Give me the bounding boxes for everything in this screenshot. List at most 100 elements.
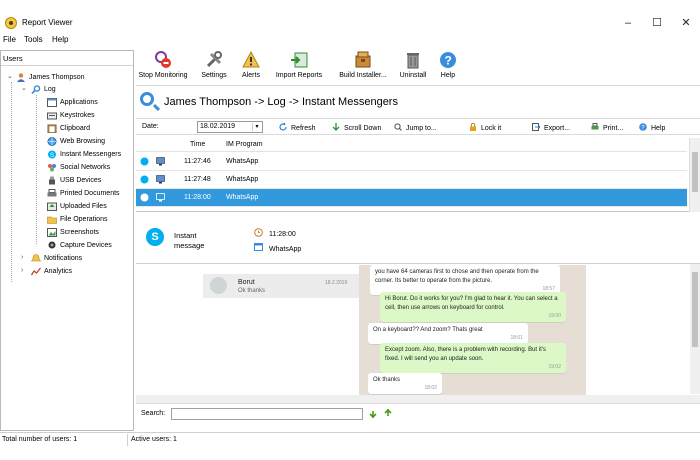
expand-caret-icon[interactable]: › (21, 254, 23, 261)
alerts-button[interactable]: Alerts (239, 50, 263, 79)
column-im-program[interactable]: IM Program (226, 141, 263, 148)
help-icon: ? (639, 123, 647, 131)
tree-item-web-browsing[interactable]: Web Browsing (47, 135, 105, 147)
help-toolbar-button[interactable]: ? Help (437, 51, 459, 79)
tool-label: Settings (201, 72, 227, 79)
tree-notifications[interactable]: Notifications (30, 252, 82, 264)
table-row-selected[interactable]: 11:28:00 WhatsApp (136, 189, 687, 207)
expand-caret-icon[interactable]: › (21, 267, 23, 274)
table-header: Time IM Program (136, 138, 687, 152)
monitor-icon (156, 175, 165, 184)
search-input[interactable] (171, 408, 363, 420)
refresh-button[interactable]: Refresh (279, 123, 316, 132)
row-time: 11:27:48 (184, 176, 211, 183)
collapse-caret-icon[interactable]: ⌄ (21, 84, 27, 92)
trash-icon (404, 51, 422, 69)
svg-text:?: ? (445, 54, 452, 68)
tool-label: Uninstall (399, 72, 427, 79)
settings-tools-icon (205, 51, 223, 69)
monitor-icon (156, 193, 165, 202)
magnifier-icon (31, 84, 41, 94)
chat-bubble-incoming: On a keyboard?? And zoom? Thats great 18… (368, 323, 528, 344)
scroll-down-button[interactable]: Scroll Down (332, 123, 381, 132)
monitor-icon (156, 157, 165, 166)
refresh-icon (279, 123, 287, 131)
tree-item-label: Keystrokes (60, 111, 95, 119)
lock-it-button[interactable]: Lock it (469, 123, 501, 132)
table-row[interactable]: 11:27:48 WhatsApp (136, 171, 687, 189)
chat-bubble-outgoing: Hi Borut. Do it works for you? I'm glad … (380, 292, 566, 322)
table-row[interactable]: 11:27:46 WhatsApp (136, 153, 687, 171)
tree-item-instant-messengers[interactable]: S Instant Messengers (47, 148, 121, 160)
contact-date: 18.2.2019 (325, 280, 348, 286)
menu-help[interactable]: Help (52, 35, 68, 44)
tree-item-printed-documents[interactable]: Printed Documents (47, 187, 120, 199)
tree-item-capture-devices[interactable]: Capture Devices (47, 239, 112, 251)
tree-user-james[interactable]: James Thompson (16, 71, 85, 83)
tree-item-usb-devices[interactable]: USB Devices (47, 174, 101, 186)
table-scrollbar[interactable] (689, 138, 700, 212)
calendar-dropdown-icon[interactable]: ▾ (252, 123, 261, 131)
tree-item-label: Instant Messengers (60, 150, 122, 158)
tree-item-label: Clipboard (60, 124, 90, 132)
jump-to-icon (394, 123, 402, 131)
jump-to-label: Jump to... (406, 125, 437, 132)
print-label: Print... (603, 125, 624, 132)
tree-log[interactable]: Log (31, 83, 56, 95)
menu-tools[interactable]: Tools (24, 35, 43, 44)
scrollbar-thumb[interactable] (692, 272, 698, 347)
detail-time-value: 11:28:00 (269, 231, 296, 238)
message-table: Time IM Program 11:27:46 WhatsApp 11:27:… (136, 138, 700, 212)
tool-label: Stop Monitoring (138, 72, 188, 79)
jump-to-button[interactable]: Jump to... (394, 123, 437, 132)
stop-monitoring-button[interactable]: Stop Monitoring (137, 51, 189, 79)
tree-item-screenshots[interactable]: Screenshots (47, 226, 99, 238)
import-reports-button[interactable]: Import Reports (273, 51, 325, 79)
export-button[interactable]: Export... (532, 123, 570, 132)
bubble-text: Ok thanks (373, 377, 401, 383)
contact-name: Borut (238, 279, 255, 286)
date-label: Date: (142, 123, 159, 130)
lock-it-label: Lock it (481, 125, 502, 132)
bubble-time: 19:02 (548, 364, 561, 370)
tree-item-applications[interactable]: Applications (47, 96, 98, 108)
viewer-vertical-scrollbar[interactable] (690, 264, 700, 394)
viewer-horizontal-scrollbar[interactable] (136, 395, 700, 403)
window-app-icon (254, 243, 263, 251)
user-icon (16, 72, 26, 82)
close-button[interactable]: ✕ (675, 15, 697, 31)
menu-file[interactable]: File (3, 35, 16, 44)
collapse-caret-icon[interactable]: ⌄ (7, 72, 13, 80)
date-picker[interactable]: 18.02.2019 ▾ (197, 121, 263, 133)
search-bar: Search: (136, 403, 700, 423)
column-time[interactable]: Time (190, 141, 205, 148)
scrollbar-thumb[interactable] (692, 152, 698, 192)
minimize-button[interactable]: – (617, 15, 639, 31)
bubble-time: 18:01 (510, 335, 523, 341)
tree-item-label: Capture Devices (60, 241, 112, 249)
printer-icon (591, 123, 599, 130)
tree-item-clipboard[interactable]: Clipboard (47, 122, 90, 134)
maximize-button[interactable]: ☐ (646, 15, 668, 31)
build-installer-button[interactable]: Build Installer... (335, 51, 391, 79)
tree-item-social-networks[interactable]: Social Networks (47, 161, 110, 173)
tree-item-uploaded-files[interactable]: Uploaded Files (47, 200, 107, 212)
row-time: 11:28:00 (184, 194, 211, 201)
tree-item-file-operations[interactable]: File Operations (47, 213, 107, 225)
tree-item-keystrokes[interactable]: Keystrokes (47, 109, 95, 121)
webcam-icon (47, 241, 57, 250)
settings-button[interactable]: Settings (199, 51, 229, 79)
print-button[interactable]: Print... (591, 123, 623, 132)
uninstall-button[interactable]: Uninstall (398, 51, 428, 79)
app-eye-icon (5, 17, 17, 29)
help-button[interactable]: ? Help (639, 123, 665, 132)
warning-icon (242, 50, 260, 69)
tree-analytics-label: Analytics (44, 267, 73, 275)
main-toolbar: Stop Monitoring Settings Alerts Import R… (136, 50, 700, 86)
usb-icon (47, 176, 57, 185)
detail-program-value: WhatsApp (269, 246, 302, 253)
bubble-text: Except zoom. Also, there is a problem wi… (385, 347, 546, 362)
row-time: 11:27:46 (184, 158, 211, 165)
bubble-time: 19:00 (548, 313, 561, 319)
tree-analytics[interactable]: Analytics (30, 265, 73, 277)
